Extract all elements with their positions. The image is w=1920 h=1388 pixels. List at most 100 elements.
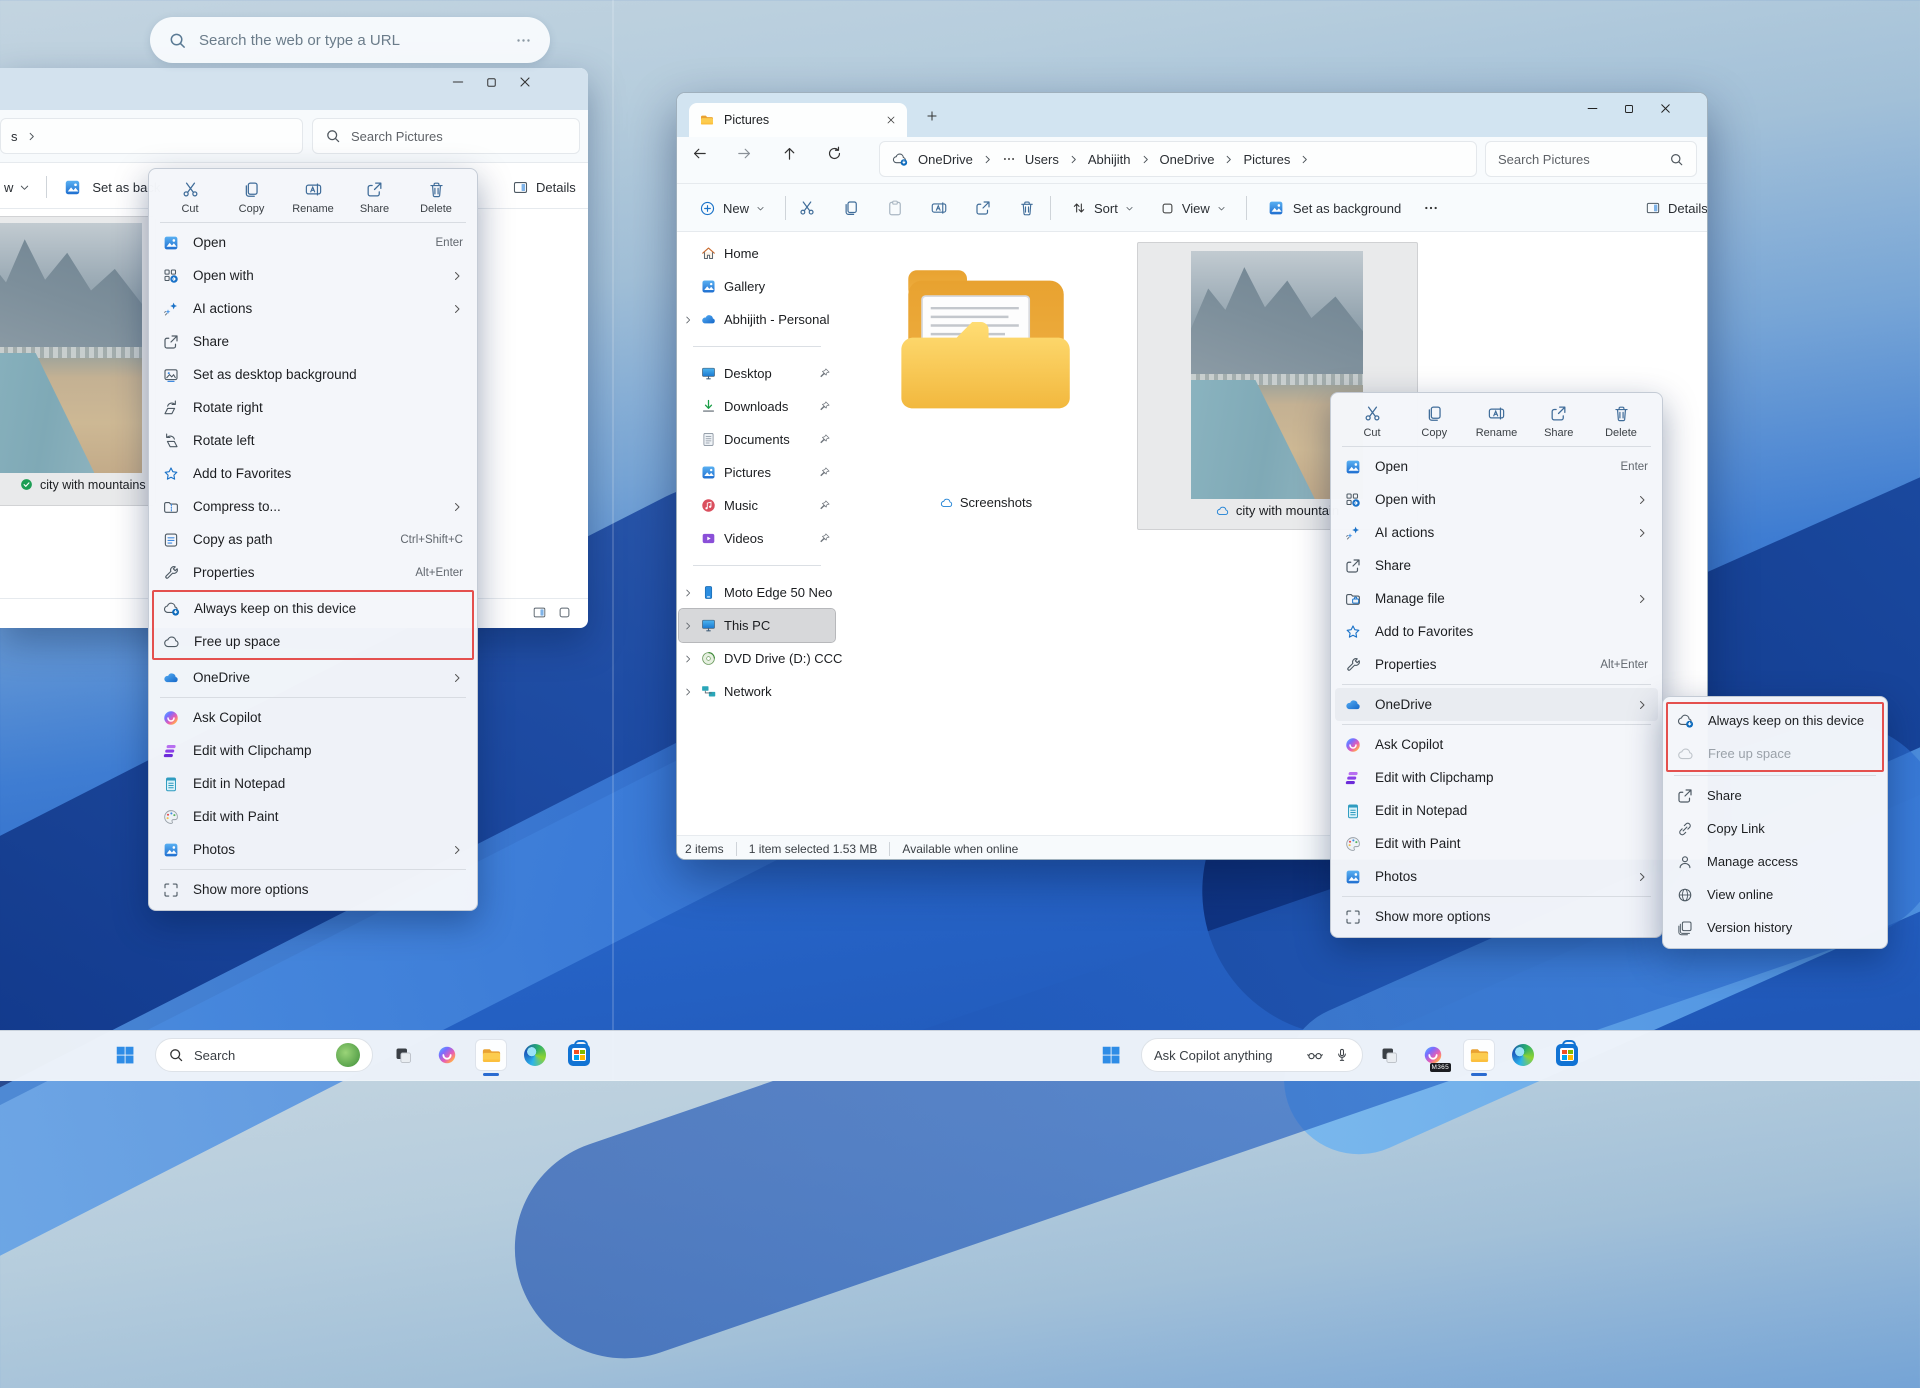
menu-item-photos[interactable]: Photos [1335, 860, 1658, 893]
sort-button[interactable]: Sort [1065, 200, 1140, 216]
close-button[interactable] [517, 74, 533, 90]
minimize-button[interactable] [450, 74, 466, 90]
submenu-item-view-online[interactable]: View online [1667, 878, 1883, 911]
cut-button[interactable]: Cut [163, 180, 217, 215]
menu-item-set-as-desktop-background[interactable]: Set as desktop background [153, 358, 473, 391]
delete-icon[interactable] [1018, 199, 1036, 217]
new-tab-icon[interactable] [925, 109, 939, 123]
forward-icon[interactable] [736, 145, 753, 162]
maximize-button[interactable] [484, 75, 499, 90]
menu-item-show-more-options[interactable]: Show more options [153, 873, 473, 906]
menu-item-rotate-left[interactable]: Rotate left [153, 424, 473, 457]
share-button[interactable]: Share [1532, 404, 1586, 439]
menu-item-add-to-favorites[interactable]: Add to Favorites [153, 457, 473, 490]
sidebar-item-network[interactable]: Network [679, 675, 835, 708]
task-view-button[interactable] [388, 1040, 418, 1070]
sidebar-item-home[interactable]: Home [679, 237, 835, 270]
paste-icon[interactable] [886, 199, 904, 217]
close-button[interactable] [1658, 101, 1673, 116]
menu-item-open[interactable]: OpenEnter [153, 226, 473, 259]
menu-item-ask-copilot[interactable]: Ask Copilot [153, 701, 473, 734]
share-button[interactable]: Share [348, 180, 402, 215]
minimize-button[interactable] [1585, 101, 1600, 116]
menu-item-edit-in-notepad[interactable]: Edit in Notepad [153, 767, 473, 800]
menu-item-edit-with-paint[interactable]: Edit with Paint [1335, 827, 1658, 860]
copy-button[interactable]: Copy [1407, 404, 1461, 439]
submenu-item-always-keep-on-this-device[interactable]: Always keep on this device [1668, 704, 1882, 737]
menu-item-open-with[interactable]: Open with [153, 259, 473, 292]
web-search-bar[interactable]: Search the web or type a URL [150, 17, 550, 63]
menu-item-properties[interactable]: PropertiesAlt+Enter [1335, 648, 1658, 681]
file-tile-screenshots[interactable]: Screenshots [871, 241, 1101, 531]
cut-icon[interactable] [798, 199, 816, 217]
sidebar-item-this-pc[interactable]: This PC [679, 609, 835, 642]
breadcrumb-bar[interactable]: OneDrive Users Abhijith OneDrive Picture… [879, 141, 1477, 177]
glasses-icon[interactable] [1306, 1046, 1324, 1064]
edge-button[interactable] [1508, 1040, 1538, 1070]
breadcrumb-abhijith[interactable]: Abhijith [1088, 152, 1131, 167]
menu-item-ai-actions[interactable]: AI actions [153, 292, 473, 325]
up-icon[interactable] [781, 145, 798, 162]
store-button[interactable] [1552, 1040, 1582, 1070]
search-highlight-image[interactable] [336, 1043, 360, 1067]
sidebar-item-desktop[interactable]: Desktop [679, 357, 835, 390]
menu-item-edit-with-clipchamp[interactable]: Edit with Clipchamp [1335, 761, 1658, 794]
menu-item-ai-actions[interactable]: AI actions [1335, 516, 1658, 549]
menu-item-photos[interactable]: Photos [153, 833, 473, 866]
sidebar-item-documents[interactable]: Documents [679, 423, 835, 456]
submenu-item-version-history[interactable]: Version history [1667, 911, 1883, 944]
menu-item-open-with[interactable]: Open with [1335, 483, 1658, 516]
menu-item-share[interactable]: Share [153, 325, 473, 358]
sidebar-item-music[interactable]: Music [679, 489, 835, 522]
m365-copilot-button[interactable]: M365 [1418, 1040, 1448, 1070]
tab-pictures[interactable]: Pictures [689, 103, 907, 137]
left-view-fragment[interactable]: w [4, 180, 13, 195]
set-as-background-button[interactable]: Set as background [1261, 199, 1407, 217]
menu-item-copy-as-path[interactable]: Copy as pathCtrl+Shift+C [153, 523, 473, 556]
details-button[interactable]: Details [1645, 191, 1708, 225]
taskbar-search-box[interactable]: Search [155, 1038, 373, 1072]
menu-item-add-to-favorites[interactable]: Add to Favorites [1335, 615, 1658, 648]
menu-item-rotate-right[interactable]: Rotate right [153, 391, 473, 424]
copy-button[interactable]: Copy [225, 180, 279, 215]
breadcrumb-onedrive-2[interactable]: OneDrive [1160, 152, 1215, 167]
submenu-item-copy-link[interactable]: Copy Link [1667, 812, 1883, 845]
submenu-item-free-up-space[interactable]: Free up space [1668, 737, 1882, 770]
edge-button[interactable] [520, 1040, 550, 1070]
sidebar-item-onedrive-personal[interactable]: Abhijith - Personal [679, 303, 835, 336]
sidebar-item-downloads[interactable]: Downloads [679, 390, 835, 423]
thumbnail-view-toggle-icon[interactable] [557, 605, 572, 620]
menu-item-compress-to[interactable]: Compress to... [153, 490, 473, 523]
rename-icon[interactable] [930, 199, 948, 217]
menu-item-always-keep-on-this-device[interactable]: Always keep on this device [154, 592, 472, 625]
taskbar-copilot-box[interactable]: Ask Copilot anything [1141, 1038, 1363, 1072]
left-search-box[interactable]: Search Pictures [312, 118, 580, 154]
new-button[interactable]: New [691, 200, 773, 217]
cut-button[interactable]: Cut [1345, 404, 1399, 439]
menu-item-edit-in-notepad[interactable]: Edit in Notepad [1335, 794, 1658, 827]
view-button[interactable]: View [1154, 201, 1232, 216]
left-breadcrumb[interactable]: s [0, 118, 303, 154]
breadcrumb-users[interactable]: Users [1025, 152, 1059, 167]
left-file-tile[interactable]: city with mountains [0, 216, 156, 506]
menu-item-onedrive[interactable]: OneDrive [1335, 688, 1658, 721]
sidebar-item-dvd-drive[interactable]: DVD Drive (D:) CCC [679, 642, 835, 675]
submenu-item-share[interactable]: Share [1667, 779, 1883, 812]
breadcrumb-pictures[interactable]: Pictures [1243, 152, 1290, 167]
menu-item-free-up-space[interactable]: Free up space [154, 625, 472, 658]
list-view-toggle-icon[interactable] [532, 605, 547, 620]
submenu-item-manage-access[interactable]: Manage access [1667, 845, 1883, 878]
menu-item-onedrive[interactable]: OneDrive [153, 661, 473, 694]
search-box[interactable]: Search Pictures [1485, 141, 1697, 177]
breadcrumb-overflow-icon[interactable] [1002, 152, 1016, 166]
menu-item-properties[interactable]: PropertiesAlt+Enter [153, 556, 473, 589]
menu-item-ask-copilot[interactable]: Ask Copilot [1335, 728, 1658, 761]
delete-button[interactable]: Delete [409, 180, 463, 215]
more-options-icon[interactable] [515, 32, 532, 49]
menu-item-edit-with-paint[interactable]: Edit with Paint [153, 800, 473, 833]
store-button[interactable] [564, 1040, 594, 1070]
more-options-icon[interactable] [1423, 200, 1439, 216]
menu-item-manage-file[interactable]: Manage file [1335, 582, 1658, 615]
file-explorer-button[interactable] [1464, 1040, 1494, 1070]
back-icon[interactable] [691, 145, 708, 162]
